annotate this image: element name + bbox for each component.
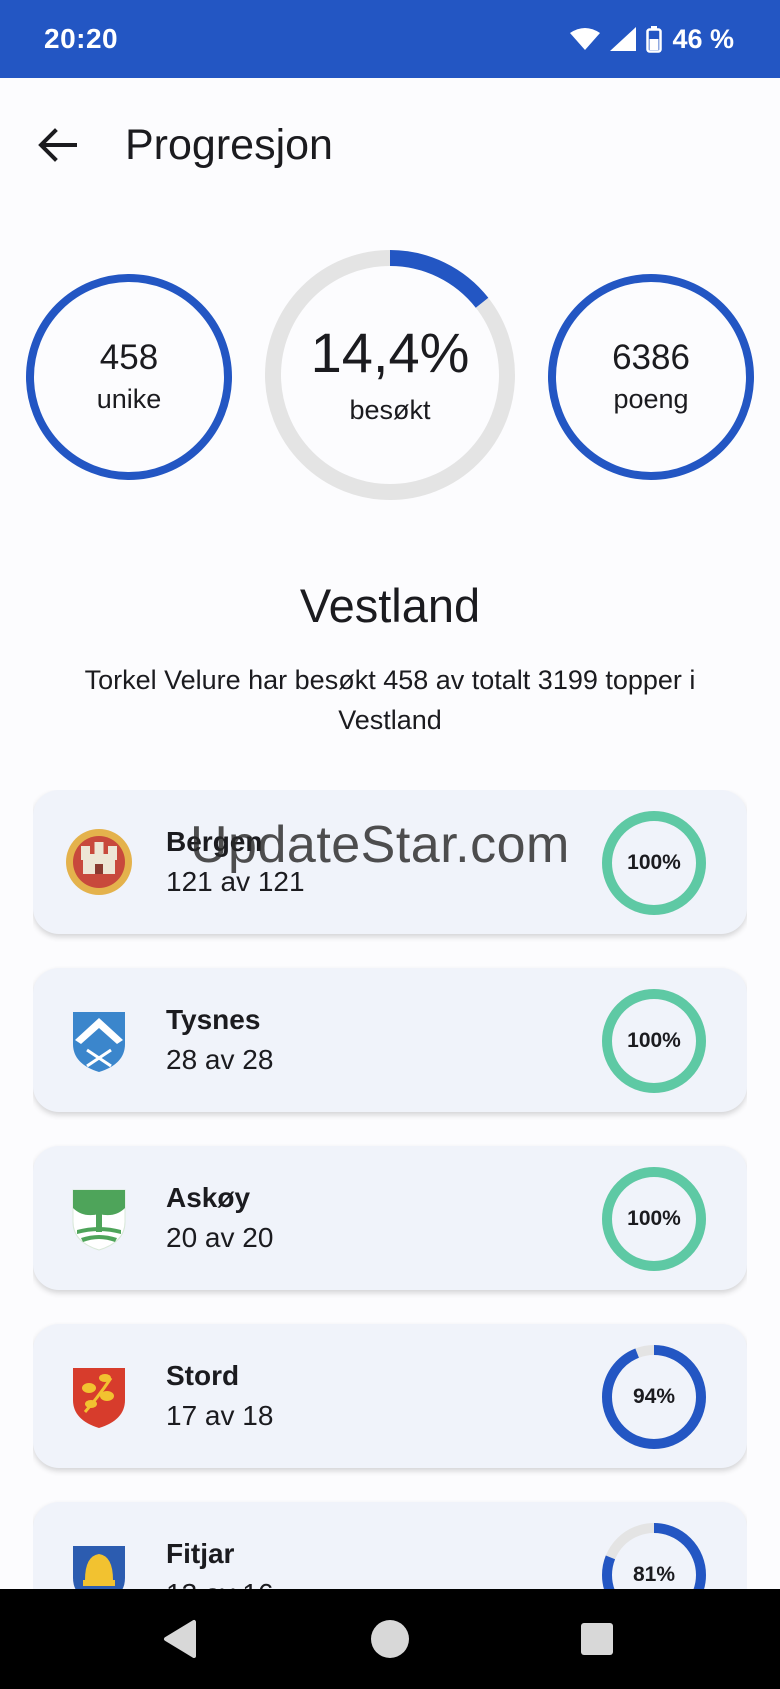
points-value: 6386 [612, 338, 690, 377]
bergen-crest-icon [66, 829, 132, 895]
progress-ring: 100% [601, 988, 707, 1094]
points-stat: 6386 poeng [547, 273, 755, 481]
fitjar-crest-icon [73, 1546, 125, 1590]
progress-percent: 100% [627, 851, 681, 874]
nav-home-icon[interactable] [365, 1614, 415, 1664]
unique-value: 458 [99, 338, 159, 377]
navigation-bar [0, 1589, 780, 1689]
visited-stat: 14,4% besøkt [265, 250, 515, 500]
municipality-count: 20 av 20 [166, 1222, 274, 1253]
region-title: Vestland [299, 579, 481, 632]
progress-percent: 100% [627, 1207, 681, 1230]
back-button[interactable] [22, 110, 92, 180]
municipality-list[interactable]: Bergen 121 av 121 100% Tysnes 28 av 28 1… [33, 790, 747, 1590]
unique-stat: 458 unike [25, 273, 233, 481]
municipality-name: Askøy [166, 1182, 251, 1213]
progress-percent: 81% [632, 1563, 676, 1586]
progress-ring: 94% [601, 1344, 707, 1450]
municipality-card[interactable]: Bergen 121 av 121 100% [33, 790, 747, 934]
stord-crest-icon [73, 1368, 125, 1428]
tysnes-crest-icon [73, 1012, 125, 1072]
municipality-count: 17 av 18 [166, 1400, 274, 1431]
municipality-name: Fitjar [166, 1538, 235, 1569]
status-time: 20:20 [44, 23, 119, 54]
wifi-icon [570, 28, 601, 50]
municipality-card[interactable]: Tysnes 28 av 28 100% [33, 968, 747, 1112]
visited-label: besøkt [349, 395, 431, 425]
municipality-count: 121 av 121 [166, 866, 305, 897]
askoy-crest-icon [72, 1189, 126, 1251]
progress-percent: 94% [632, 1385, 676, 1408]
municipality-card[interactable]: Askøy 20 av 20 100% [33, 1146, 747, 1290]
municipality-name: Bergen [166, 826, 263, 857]
arrow-back-icon [38, 128, 77, 162]
region-description: Torkel Velure har besøkt 458 av totalt 3… [84, 665, 696, 735]
nav-back-icon[interactable] [158, 1614, 208, 1664]
progress-ring: 100% [601, 810, 707, 916]
battery-icon [646, 25, 663, 53]
progress-ring: 81% [601, 1522, 707, 1590]
nav-recents-icon[interactable] [572, 1614, 622, 1664]
progress-ring: 100% [601, 1166, 707, 1272]
page-title: Progresjon [125, 120, 333, 169]
progress-percent: 100% [627, 1029, 681, 1052]
points-label: poeng [613, 384, 689, 414]
municipality-count: 28 av 28 [166, 1044, 274, 1075]
visited-value: 14,4% [310, 321, 470, 384]
municipality-card[interactable]: Fitjar 13 av 16 81% [33, 1502, 747, 1590]
municipality-card[interactable]: Stord 17 av 18 94% [33, 1324, 747, 1468]
stats-row: 458 unike 14,4% besøkt 6386 poeng [0, 250, 780, 510]
signal-icon [610, 27, 637, 51]
status-bar: 20:20 46 % [0, 0, 780, 78]
municipality-name: Tysnes [166, 1004, 261, 1035]
battery-level: 46 % [672, 23, 734, 54]
unique-label: unike [96, 384, 162, 414]
status-icons: 46 % [570, 24, 734, 55]
municipality-name: Stord [166, 1360, 240, 1391]
app-bar: Progresjon [0, 95, 780, 195]
